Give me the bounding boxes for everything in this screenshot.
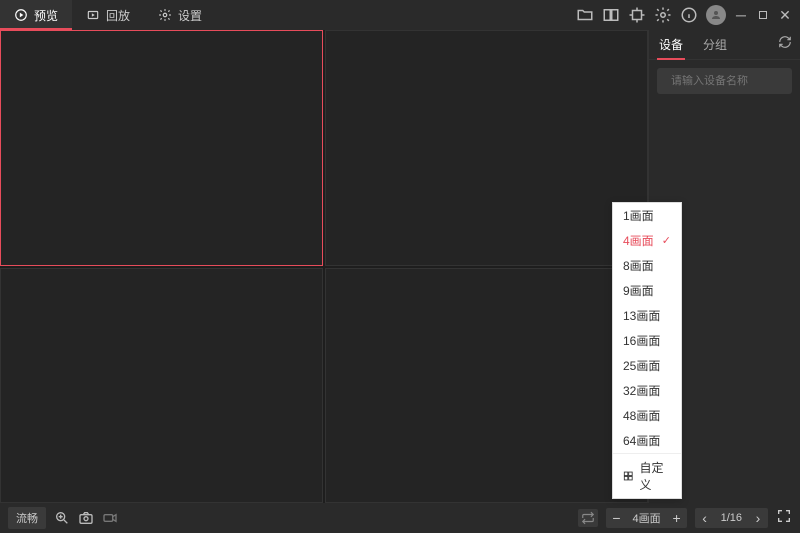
- layout-increase-button[interactable]: +: [667, 508, 687, 528]
- layout-decrease-button[interactable]: −: [606, 508, 626, 528]
- close-button[interactable]: ✕: [778, 8, 792, 22]
- layout-menu-item[interactable]: 1画面: [613, 203, 681, 228]
- page-selector: ‹ 1/16 ›: [695, 508, 768, 528]
- layout-menu-item[interactable]: 64画面: [613, 428, 681, 453]
- record-icon[interactable]: [102, 510, 118, 526]
- titlebar: 预览 回放 设置 ─ ✕: [0, 0, 800, 30]
- video-cell[interactable]: [0, 268, 323, 504]
- gear-icon: [158, 8, 172, 22]
- snapshot-icon[interactable]: [78, 510, 94, 526]
- tab-groups[interactable]: 分组: [693, 30, 737, 59]
- bottombar: 流畅 − 4画面 + ‹ 1/16 ›: [0, 503, 800, 533]
- play-circle-icon: [14, 8, 28, 22]
- right-panel-tabs: 设备 分组: [649, 30, 800, 60]
- layout-menu-item[interactable]: 48画面: [613, 403, 681, 428]
- info-icon[interactable]: [680, 6, 698, 24]
- grid-icon: [623, 470, 634, 482]
- search-input[interactable]: [671, 75, 800, 87]
- layout-menu: 1画面4画面✓8画面9画面13画面16画面25画面32画面48画面64画面自定义: [612, 202, 682, 499]
- layout-menu-item[interactable]: 9画面: [613, 278, 681, 303]
- page-prev-button[interactable]: ‹: [695, 508, 715, 528]
- avatar[interactable]: [706, 5, 726, 25]
- layout-icon[interactable]: [602, 6, 620, 24]
- zoom-icon[interactable]: [54, 510, 70, 526]
- target-icon[interactable]: [628, 6, 646, 24]
- layout-menu-item[interactable]: 13画面: [613, 303, 681, 328]
- layout-menu-item[interactable]: 25画面: [613, 353, 681, 378]
- layout-menu-item[interactable]: 8画面: [613, 253, 681, 278]
- folder-icon[interactable]: [576, 6, 594, 24]
- fullscreen-button[interactable]: [776, 508, 792, 529]
- device-search[interactable]: [657, 68, 792, 94]
- video-cell[interactable]: [325, 268, 648, 504]
- tab-playback[interactable]: 回放: [72, 0, 144, 30]
- tab-label: 回放: [106, 7, 130, 24]
- loop-button[interactable]: [578, 509, 598, 527]
- tab-devices[interactable]: 设备: [649, 30, 693, 59]
- maximize-button[interactable]: [756, 8, 770, 22]
- layout-menu-custom[interactable]: 自定义: [613, 454, 681, 498]
- minimize-button[interactable]: ─: [734, 8, 748, 22]
- tab-settings[interactable]: 设置: [144, 0, 216, 30]
- layout-menu-item[interactable]: 16画面: [613, 328, 681, 353]
- layout-menu-item[interactable]: 4画面✓: [613, 228, 681, 253]
- video-cell[interactable]: [0, 30, 323, 266]
- titlebar-actions: ─ ✕: [576, 5, 800, 25]
- refresh-icon[interactable]: [770, 35, 800, 54]
- tab-label: 设置: [178, 7, 202, 24]
- tab-preview[interactable]: 预览: [0, 0, 72, 30]
- playback-icon: [86, 8, 100, 22]
- video-cell[interactable]: [325, 30, 648, 266]
- main-tabs: 预览 回放 设置: [0, 0, 216, 30]
- page-label: 1/16: [715, 512, 748, 524]
- tab-label: 预览: [34, 7, 58, 24]
- settings-icon[interactable]: [654, 6, 672, 24]
- page-next-button[interactable]: ›: [748, 508, 768, 528]
- layout-selector: − 4画面 +: [606, 508, 686, 528]
- video-grid: [0, 30, 648, 503]
- layout-menu-item[interactable]: 32画面: [613, 378, 681, 403]
- stream-quality-button[interactable]: 流畅: [8, 507, 46, 529]
- layout-label[interactable]: 4画面: [626, 510, 666, 526]
- check-icon: ✓: [662, 234, 671, 247]
